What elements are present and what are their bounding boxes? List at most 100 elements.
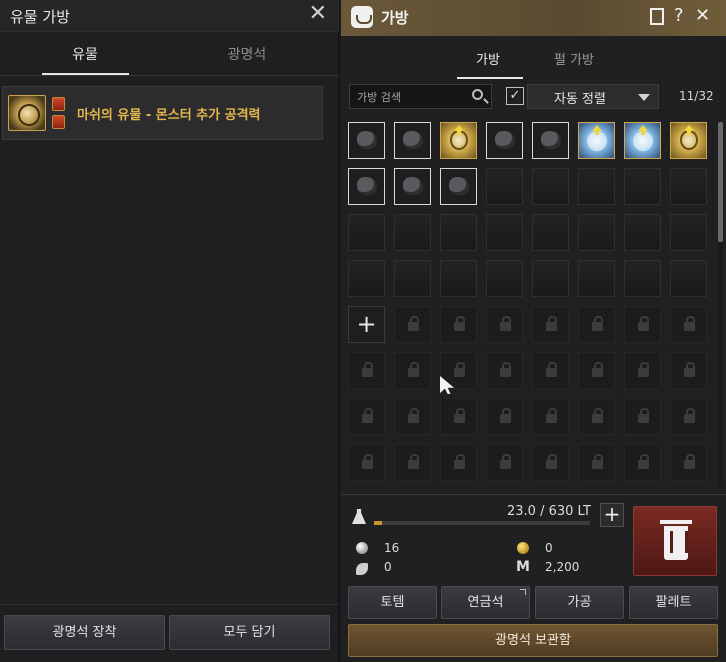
inventory-title: 가방 [381, 9, 409, 27]
lock-icon [592, 316, 603, 331]
tab-crystal[interactable]: 광명석 [202, 44, 292, 64]
inventory-slot-locked [578, 306, 615, 343]
stone-item-icon [403, 131, 423, 149]
inventory-slot-empty[interactable] [624, 260, 661, 297]
inventory-slot-empty[interactable] [670, 260, 707, 297]
stone-item-icon [357, 131, 377, 149]
inventory-slot-locked [486, 306, 523, 343]
auto-sort-dropdown[interactable]: 자동 정렬 [527, 84, 659, 109]
inventory-slot-item[interactable] [624, 122, 661, 159]
inventory-slot-locked [532, 306, 569, 343]
inventory-slot-item[interactable] [394, 122, 431, 159]
inventory-slot-item[interactable] [578, 122, 615, 159]
tab-relic[interactable]: 유물 [40, 44, 130, 64]
auto-sort-label: 자동 정렬 [554, 92, 606, 107]
auto-sort-checkbox[interactable]: ✓ [506, 87, 524, 105]
inventory-slot-empty[interactable] [348, 260, 385, 297]
inventory-slot-empty[interactable] [440, 214, 477, 251]
inventory-slot-empty[interactable] [578, 214, 615, 251]
help-icon[interactable]: ? [674, 5, 684, 27]
inventory-slot-empty[interactable] [624, 214, 661, 251]
close-icon[interactable]: ✕ [695, 5, 710, 27]
tab-pearl-bag[interactable]: 펄 가방 [554, 49, 594, 68]
trash-button[interactable] [633, 506, 717, 576]
inventory-slot-item[interactable] [394, 168, 431, 205]
inventory-slot-empty[interactable] [670, 214, 707, 251]
inventory-slot-item[interactable] [486, 122, 523, 159]
lock-icon [546, 408, 557, 423]
inventory-slot-empty[interactable] [532, 168, 569, 205]
totem-button[interactable]: 토템 [348, 586, 437, 619]
inventory-slot-empty[interactable] [440, 260, 477, 297]
inventory-slot-empty[interactable] [394, 260, 431, 297]
lock-icon [684, 408, 695, 423]
inventory-slot-locked [394, 352, 431, 389]
processing-button[interactable]: 가공 [535, 586, 624, 619]
document-icon[interactable] [650, 8, 664, 25]
lock-icon [638, 316, 649, 331]
lock-icon [454, 408, 465, 423]
inventory-slot-locked [670, 444, 707, 481]
chevron-down-icon [638, 94, 650, 101]
collect-all-button[interactable]: 모두 담기 [169, 615, 330, 650]
close-icon[interactable]: ✕ [309, 3, 327, 25]
scrollbar-thumb[interactable] [718, 122, 723, 242]
inventory-scrollbar[interactable] [718, 122, 723, 486]
inventory-slot-empty[interactable] [578, 260, 615, 297]
inventory-slot-empty[interactable] [486, 260, 523, 297]
inventory-slot-locked [624, 444, 661, 481]
lock-icon [362, 454, 373, 469]
lock-icon [592, 408, 603, 423]
crystal-storage-button[interactable]: 광명석 보관함 [348, 624, 718, 657]
inventory-slot-locked [394, 444, 431, 481]
inventory-slot-item[interactable] [440, 122, 477, 159]
inventory-slot-locked [578, 398, 615, 435]
inventory-slot-empty[interactable] [532, 214, 569, 251]
relic-bag-footer: 광명석 장착 모두 담기 [0, 604, 339, 662]
inventory-slot-empty[interactable] [486, 168, 523, 205]
inventory-slot-empty[interactable] [394, 214, 431, 251]
lock-icon [592, 454, 603, 469]
inventory-slot-locked [532, 444, 569, 481]
lock-icon [500, 362, 511, 377]
inventory-slot-empty[interactable] [532, 260, 569, 297]
inventory-slot-item[interactable] [348, 122, 385, 159]
alchemy-stone-button[interactable]: 연금석 [441, 586, 530, 619]
inventory-slot-empty[interactable] [348, 214, 385, 251]
expand-slots-button[interactable]: + [348, 306, 385, 343]
lock-icon [546, 454, 557, 469]
inventory-slot-locked [440, 398, 477, 435]
inventory-slot-locked [486, 352, 523, 389]
inventory-panel: 가방 ? ✕ 가방 펄 가방 가방 검색 ✓ 자동 정렬 11/32 + 23.… [341, 0, 726, 662]
inventory-slot-empty[interactable] [624, 168, 661, 205]
inventory-slot-item[interactable] [670, 122, 707, 159]
relic-bag-title: 유물 가방 [10, 8, 70, 26]
tab-bag[interactable]: 가방 [476, 49, 500, 68]
lock-icon [408, 316, 419, 331]
popout-icon [520, 589, 526, 595]
inventory-slot-empty[interactable] [578, 168, 615, 205]
expand-weight-button[interactable]: + [600, 503, 624, 527]
lock-icon [500, 408, 511, 423]
lock-icon [454, 316, 465, 331]
silver-coin-icon [356, 542, 368, 554]
search-icon[interactable] [472, 89, 483, 100]
relic-list-item[interactable]: 마쉬의 유물 - 몬스터 추가 공격력 [2, 86, 323, 140]
bag-search-input[interactable]: 가방 검색 [349, 84, 492, 109]
search-placeholder: 가방 검색 [357, 91, 401, 104]
inventory-slot-locked [440, 444, 477, 481]
inventory-grid: + [348, 122, 712, 486]
inventory-slot-item[interactable] [440, 168, 477, 205]
inventory-slot-empty[interactable] [486, 214, 523, 251]
lock-icon [408, 362, 419, 377]
inventory-slot-item[interactable] [532, 122, 569, 159]
lock-icon [408, 454, 419, 469]
inventory-slot-locked [440, 306, 477, 343]
palette-button[interactable]: 팔레트 [629, 586, 718, 619]
lock-icon [684, 362, 695, 377]
equip-crystal-button[interactable]: 광명석 장착 [4, 615, 165, 650]
gem-icon [52, 97, 65, 111]
lock-icon [684, 316, 695, 331]
inventory-slot-empty[interactable] [670, 168, 707, 205]
inventory-slot-item[interactable] [348, 168, 385, 205]
